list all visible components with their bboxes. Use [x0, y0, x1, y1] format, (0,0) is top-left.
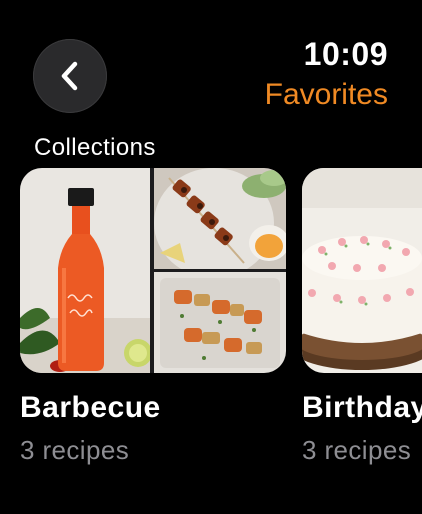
collections-scroller[interactable]: Barbecue 3 recipes Birthday 3 recipes	[20, 168, 422, 478]
collection-title: Barbecue	[20, 391, 161, 424]
collection-title: Birthday	[302, 391, 422, 424]
hot-sauce-bottle-image	[20, 168, 150, 373]
collection-recipe-count: 3 recipes	[302, 435, 412, 465]
frosted-cake-image	[302, 168, 422, 373]
section-label-collections: Collections	[34, 134, 156, 161]
collection-recipe-count: 3 recipes	[20, 435, 130, 465]
grilled-skewers-plate-image	[154, 168, 286, 269]
page-title: Favorites	[264, 78, 388, 111]
collection-card-birthday[interactable]: Birthday 3 recipes	[302, 168, 422, 466]
collection-card-barbecue[interactable]: Barbecue 3 recipes	[20, 168, 286, 466]
chevron-left-icon	[61, 61, 78, 91]
collection-image-mosaic	[302, 168, 422, 373]
collection-image-mosaic	[20, 168, 286, 373]
vegetable-skewers-tray-image	[154, 272, 286, 373]
back-button[interactable]	[33, 39, 107, 113]
status-time: 10:09	[303, 36, 388, 72]
